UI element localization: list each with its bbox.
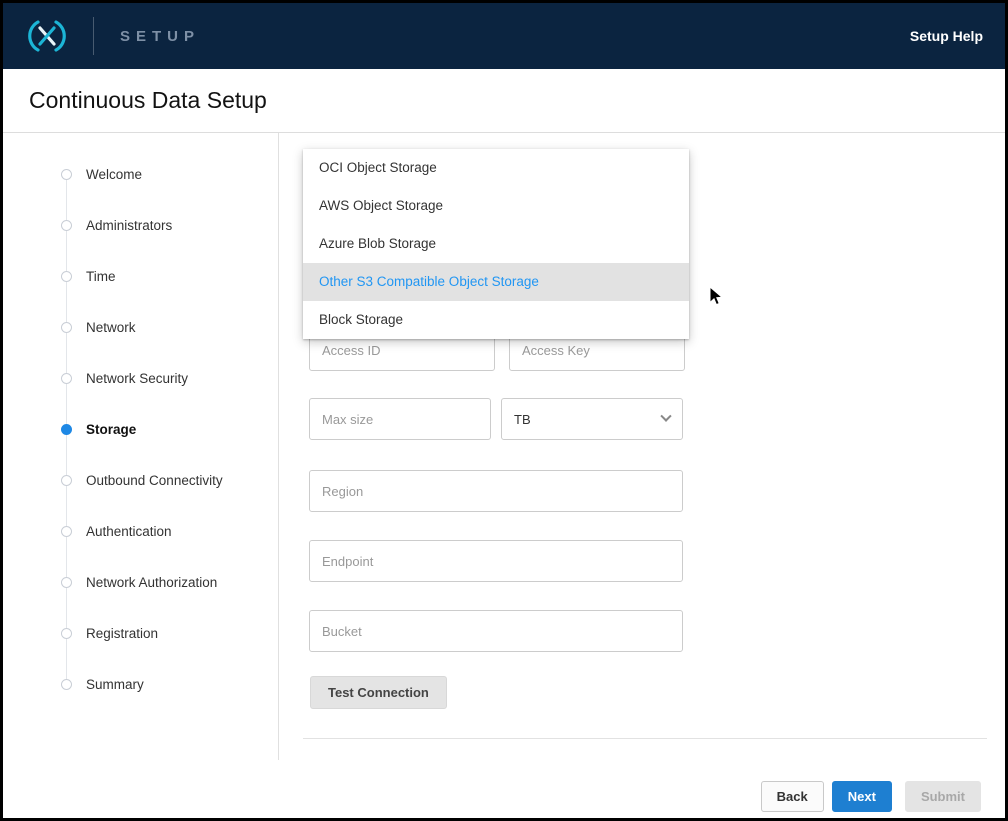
submit-button[interactable]: Submit <box>905 781 981 812</box>
step-circle-icon <box>61 424 72 435</box>
size-unit-select[interactable]: TB <box>501 398 683 440</box>
next-button[interactable]: Next <box>832 781 892 812</box>
setup-stepper: Welcome Administrators Time Network Network … <box>61 149 273 710</box>
step-label: Network Security <box>86 371 188 386</box>
back-button[interactable]: Back <box>761 781 824 812</box>
setup-help-link[interactable]: Setup Help <box>910 28 983 44</box>
wizard-footer-buttons: Back Next Submit <box>761 781 981 812</box>
stepper-item-outbound-connectivity[interactable]: Outbound Connectivity <box>61 455 273 506</box>
step-label: Network <box>86 320 136 335</box>
step-circle-icon <box>61 373 72 384</box>
setup-wizard-window: SETUP Setup Help Continuous Data Setup W… <box>0 0 1008 821</box>
stepper-item-registration[interactable]: Registration <box>61 608 273 659</box>
content-vertical-divider <box>278 133 279 760</box>
step-label: Authentication <box>86 524 172 539</box>
stepper-item-storage[interactable]: Storage <box>61 404 273 455</box>
step-circle-icon <box>61 526 72 537</box>
stepper-item-network[interactable]: Network <box>61 302 273 353</box>
delphix-logo-icon <box>23 19 71 53</box>
dropdown-option[interactable]: Other S3 Compatible Object Storage <box>303 263 689 301</box>
step-label: Time <box>86 269 116 284</box>
step-label: Registration <box>86 626 158 641</box>
dropdown-option[interactable]: AWS Object Storage <box>303 187 689 225</box>
dropdown-option[interactable]: Block Storage <box>303 301 689 339</box>
dropdown-option[interactable]: OCI Object Storage <box>303 149 689 187</box>
stepper-item-network-authorization[interactable]: Network Authorization <box>61 557 273 608</box>
page-title: Continuous Data Setup <box>29 87 267 114</box>
step-label: Network Authorization <box>86 575 217 590</box>
bucket-input[interactable] <box>309 610 683 652</box>
step-label: Storage <box>86 422 136 437</box>
step-circle-icon <box>61 628 72 639</box>
topbar-divider <box>93 17 94 55</box>
step-label: Administrators <box>86 218 172 233</box>
stepper-item-authentication[interactable]: Authentication <box>61 506 273 557</box>
size-unit-value: TB <box>514 412 531 427</box>
step-circle-icon <box>61 577 72 588</box>
step-circle-icon <box>61 679 72 690</box>
stepper-item-network-security[interactable]: Network Security <box>61 353 273 404</box>
step-circle-icon <box>61 322 72 333</box>
stepper-item-administrators[interactable]: Administrators <box>61 200 273 251</box>
test-connection-button[interactable]: Test Connection <box>310 676 447 709</box>
step-circle-icon <box>61 220 72 231</box>
stepper-item-welcome[interactable]: Welcome <box>61 149 273 200</box>
setup-brand-label: SETUP <box>120 28 200 45</box>
stepper-item-summary[interactable]: Summary <box>61 659 273 710</box>
step-circle-icon <box>61 475 72 486</box>
max-size-input[interactable] <box>309 398 491 440</box>
title-bar: Continuous Data Setup <box>3 69 1005 133</box>
content-horizontal-divider <box>303 738 987 739</box>
region-input[interactable] <box>309 470 683 512</box>
endpoint-input[interactable] <box>309 540 683 582</box>
mouse-cursor-icon <box>709 286 724 312</box>
step-circle-icon <box>61 169 72 180</box>
dropdown-option[interactable]: Azure Blob Storage <box>303 225 689 263</box>
stepper-item-time[interactable]: Time <box>61 251 273 302</box>
step-label: Summary <box>86 677 144 692</box>
storage-type-dropdown-menu: OCI Object StorageAWS Object StorageAzur… <box>303 149 689 339</box>
step-label: Outbound Connectivity <box>86 473 223 488</box>
chevron-down-icon <box>660 411 671 422</box>
step-label: Welcome <box>86 167 142 182</box>
step-circle-icon <box>61 271 72 282</box>
top-bar: SETUP Setup Help <box>3 3 1005 69</box>
